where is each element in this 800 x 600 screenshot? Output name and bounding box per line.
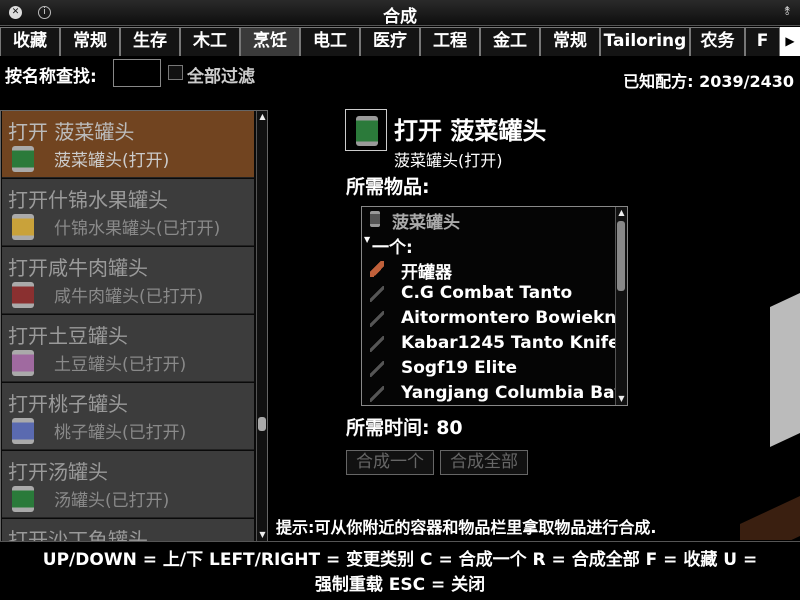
recipe-list-scrollbar[interactable]: ▲ ▼: [256, 111, 267, 541]
potato-can-icon: [12, 350, 34, 376]
recipe-result: 菠菜罐头(打开): [54, 151, 170, 171]
can-icon: [370, 211, 380, 227]
tab-8[interactable]: 金工: [480, 27, 540, 56]
knife-icon: [370, 286, 384, 302]
tab-5[interactable]: 电工: [300, 27, 360, 56]
window-titlebar[interactable]: ✕ i 合成 ⥉: [0, 0, 800, 27]
ingredient-row[interactable]: Aitormontero Bowieknife: [362, 307, 615, 332]
tab-9[interactable]: 常规: [540, 27, 600, 56]
knife-icon: [370, 361, 384, 377]
tab-11[interactable]: 农务: [690, 27, 745, 56]
recipe-name: 打开咸牛肉罐头: [8, 256, 148, 280]
craft-all-button[interactable]: 合成全部: [440, 450, 528, 475]
recipe-name: 打开 菠菜罐头: [8, 120, 135, 144]
search-input[interactable]: [113, 59, 161, 87]
spinach-can-icon: [356, 116, 378, 146]
ingredient-name: 菠菜罐头: [392, 213, 460, 232]
recipe-result: 什锦水果罐头(已打开): [54, 219, 221, 239]
fruit-cocktail-can-icon: [12, 214, 34, 240]
pin-icon[interactable]: ⥉: [784, 4, 790, 19]
tab-scroll-right-icon[interactable]: ▶: [780, 27, 800, 56]
recipe-result: 汤罐头(已打开): [54, 491, 170, 511]
window-title: 合成: [383, 7, 417, 27]
ingredient-row[interactable]: 开罐器: [362, 257, 615, 282]
tab-6[interactable]: 医疗: [360, 27, 420, 56]
required-time-label: 所需时间: 80: [346, 417, 463, 439]
key-help-line-2: 强制重载 ESC = 关闭: [314, 575, 486, 595]
recipe-name: 打开什锦水果罐头: [8, 188, 168, 212]
group-caret-icon[interactable]: ▼: [364, 235, 370, 244]
world-shelf: [740, 496, 800, 540]
ingredient-row[interactable]: Sogf19 Elite: [362, 357, 615, 382]
scroll-down-icon[interactable]: ▼: [257, 529, 267, 541]
ingredient-list[interactable]: Yangjang Columbia Bayonet Sogf19 Elite Kab…: [361, 206, 628, 406]
ingredient-name: Kabar1245 Tanto Knife: [401, 333, 615, 353]
recipe-list-item[interactable]: 打开沙丁鱼罐头: [2, 519, 254, 542]
ingredient-name: 一个:: [372, 238, 413, 257]
recipe-list-item[interactable]: 打开 菠菜罐头菠菜罐头(打开): [2, 111, 254, 178]
scroll-thumb[interactable]: [258, 417, 266, 431]
ingredient-name: Sogf19 Elite: [401, 358, 517, 378]
spinach-can-icon: [12, 146, 34, 172]
recipe-title: 打开 菠菜罐头: [394, 117, 547, 145]
ingredient-row[interactable]: Kabar1245 Tanto Knife: [362, 332, 615, 357]
recipe-list-item[interactable]: 打开什锦水果罐头什锦水果罐头(已打开): [2, 179, 254, 246]
tab-10[interactable]: Tailoring: [600, 27, 690, 56]
tab-0[interactable]: 收藏: [0, 27, 60, 56]
filter-all-label: 全部过滤: [187, 67, 255, 87]
tab-3[interactable]: 木工: [180, 27, 240, 56]
world-wall: [770, 293, 800, 447]
recipe-result-name: 菠菜罐头(打开): [394, 151, 503, 170]
recipe-result: 桃子罐头(已打开): [54, 423, 187, 443]
scroll-up-icon[interactable]: ▲: [257, 111, 267, 123]
ingredient-row[interactable]: Yangjang Columbia Bayonet: [362, 382, 615, 405]
knife-icon: [370, 386, 384, 402]
hint-text: 提示:可从你附近的容器和物品栏里拿取物品进行合成.: [276, 518, 657, 537]
recipe-name: 打开沙丁鱼罐头: [8, 528, 148, 542]
ingredient-name: 开罐器: [401, 263, 452, 282]
soup-can-icon: [12, 486, 34, 512]
recipe-list-item[interactable]: 打开土豆罐头土豆罐头(已打开): [2, 315, 254, 382]
tab-1[interactable]: 常规: [60, 27, 120, 56]
knife-icon: [370, 336, 384, 352]
tab-2[interactable]: 生存: [120, 27, 180, 56]
ingredient-row[interactable]: 菠菜罐头: [362, 207, 615, 232]
known-recipes-count: 已知配方: 2039/2430: [623, 72, 794, 91]
peach-can-icon: [12, 418, 34, 444]
tab-12[interactable]: F: [745, 27, 780, 56]
recipe-name: 打开桃子罐头: [8, 392, 128, 416]
ingredient-row: ▼ 一个:: [362, 232, 615, 257]
key-help-line-1: UP/DOWN = 上/下 LEFT/RIGHT = 变更类别 C = 合成一个…: [42, 550, 758, 570]
can-opener-icon: [370, 261, 384, 277]
recipe-list-item[interactable]: 打开汤罐头汤罐头(已打开): [2, 451, 254, 518]
tab-7[interactable]: 工程: [420, 27, 480, 56]
filter-all-checkbox[interactable]: [168, 65, 183, 80]
required-items-label: 所需物品:: [346, 176, 430, 198]
knife-icon: [370, 311, 384, 327]
key-help-footer: UP/DOWN = 上/下 LEFT/RIGHT = 变更类别 C = 合成一个…: [0, 541, 800, 600]
scroll-thumb[interactable]: [617, 221, 625, 291]
recipe-name: 打开汤罐头: [8, 460, 108, 484]
ingredient-name: Aitormontero Bowieknife: [401, 308, 615, 328]
recipe-list-item[interactable]: 打开咸牛肉罐头咸牛肉罐头(已打开): [2, 247, 254, 314]
recipe-list[interactable]: 打开沙丁鱼罐头 打开汤罐头 汤罐头(已打开) 打开桃子罐头 桃子罐头(已打开) 打开土豆罐…: [0, 110, 268, 542]
recipe-list-item[interactable]: 打开桃子罐头桃子罐头(已打开): [2, 383, 254, 450]
category-tabs: ▶ 收藏 常规 生存 木工 烹饪 电工 医疗 工程 金工 常规 Tailoring 农务 F: [0, 27, 800, 57]
scroll-up-icon[interactable]: ▲: [616, 207, 627, 219]
scroll-down-icon[interactable]: ▼: [616, 393, 627, 405]
ingredient-list-scrollbar[interactable]: ▲ ▼: [615, 207, 627, 405]
filter-label: 按名称查找:: [5, 67, 97, 87]
ingredient-row[interactable]: C.G Combat Tanto: [362, 282, 615, 307]
recipe-result: 咸牛肉罐头(已打开): [54, 287, 204, 307]
corned-beef-can-icon: [12, 282, 34, 308]
tab-4[interactable]: 烹饪: [240, 27, 300, 56]
recipe-result-icon-box: [345, 109, 387, 151]
recipe-result: 土豆罐头(已打开): [54, 355, 187, 375]
ingredient-name: C.G Combat Tanto: [401, 283, 573, 303]
craft-one-button[interactable]: 合成一个: [346, 450, 434, 475]
game-world-background: [740, 90, 800, 540]
ingredient-name: Yangjang Columbia Bayonet: [401, 383, 615, 403]
recipe-name: 打开土豆罐头: [8, 324, 128, 348]
